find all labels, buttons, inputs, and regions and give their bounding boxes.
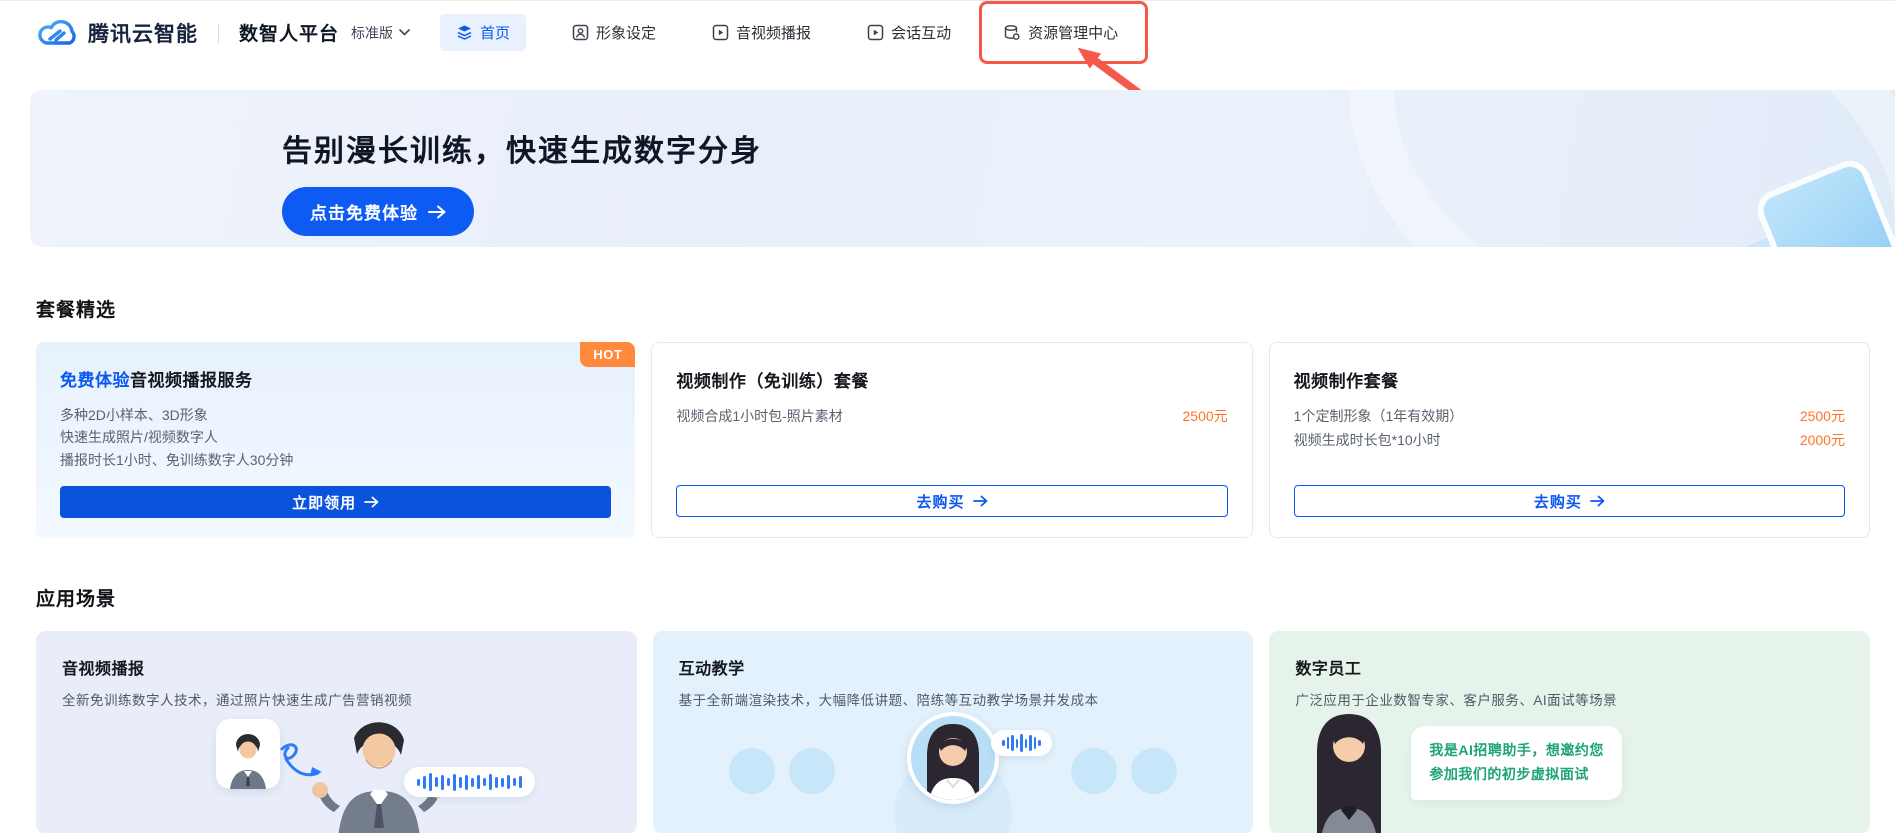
chat-bubble-line: 参加我们的初步虚拟面试 xyxy=(1429,765,1589,782)
package-card-video: 视频制作套餐 1个定制形象（1年有效期） 2500元 视频生成时长包*10小时 … xyxy=(1268,342,1870,538)
scenario-title: 互动教学 xyxy=(678,661,745,678)
decor-circle xyxy=(788,748,835,794)
package-item-text: 视频合成1小时包-照片素材 xyxy=(676,408,843,424)
package-title: 免费体验音视频播报服务 xyxy=(60,366,611,391)
cloud-logo-icon xyxy=(36,18,78,48)
package-price-row: 视频生成时长包*10小时 2000元 xyxy=(1294,429,1845,453)
edition-label: 标准版 xyxy=(351,24,394,41)
package-title: 视频制作套餐 xyxy=(1293,372,1399,391)
play-square-icon xyxy=(867,24,884,41)
home-layers-icon xyxy=(456,24,473,41)
buy-button[interactable]: 去购买 xyxy=(1293,485,1845,517)
free-trial-button[interactable]: 点击免费体验 xyxy=(282,187,474,236)
package-item-price: 2500元 xyxy=(1182,408,1228,424)
free-trial-label: 点击免费体验 xyxy=(310,204,418,223)
photo-avatar xyxy=(216,719,280,789)
menu-item-label: 形象设定 xyxy=(596,25,657,42)
package-title: 视频制作（免训练）套餐 xyxy=(676,372,869,391)
buy-button[interactable]: 去购买 xyxy=(676,485,1228,517)
menu-item-label: 首页 xyxy=(480,25,511,42)
arrow-right-icon xyxy=(972,495,988,507)
employee-illustration: 我是AI招聘助手，想邀约您 参加我们的初步虚拟面试 xyxy=(1269,694,1870,833)
arrow-right-icon xyxy=(1589,495,1605,507)
main-menu: 首页 形象设定 音视频播报 会话互动 资源管理中心 xyxy=(440,1,1149,64)
menu-item-label: 资源管理中心 xyxy=(1028,25,1119,42)
decor-circle xyxy=(1131,748,1178,794)
platform-title: 数智人平台 xyxy=(239,24,340,45)
teacher-avatar xyxy=(907,712,999,804)
hero-title: 告别漫长训练，快速生成数字分身 xyxy=(282,135,762,168)
menu-item-conversation[interactable]: 会话互动 xyxy=(857,14,961,51)
claim-now-button[interactable]: 立即领用 xyxy=(60,486,612,518)
package-item-price: 2000元 xyxy=(1799,431,1845,448)
edition-selector[interactable]: 标准版 xyxy=(351,23,410,43)
arrow-right-icon xyxy=(428,205,446,219)
package-line: 播报时长1小时、免训练数字人30分钟 xyxy=(60,451,294,468)
audio-waveform-bubble xyxy=(991,730,1052,756)
scenario-card-teaching: 互动教学 基于全新端渲染技术，大幅降低讲题、陪练等互动教学场景并发成本 xyxy=(652,631,1254,833)
package-card-video-notrain: 视频制作（免训练）套餐 视频合成1小时包-照片素材 2500元 去购买 xyxy=(651,342,1253,538)
menu-item-home[interactable]: 首页 xyxy=(440,14,527,51)
scenario-title: 音视频播报 xyxy=(62,661,145,678)
package-title-rest: 音视频播报服务 xyxy=(130,371,253,390)
packages-heading: 套餐精选 xyxy=(36,300,117,321)
decor-circle xyxy=(1071,748,1118,794)
hero-banner: 告别漫长训练，快速生成数字分身 点击免费体验 xyxy=(30,90,1895,247)
package-card-free-trial: HOT 免费体验音视频播报服务 多种2D小样本、3D形象 快速生成照片/视频数字… xyxy=(36,342,636,538)
play-square-icon xyxy=(712,24,729,41)
menu-item-label: 音视频播报 xyxy=(736,25,812,42)
scenarios-row: 音视频播报 全新免训练数字人技术，通过照片快速生成广告营销视频 互动教学 基于全… xyxy=(36,631,1871,833)
package-title-highlight: 免费体验 xyxy=(60,371,130,390)
top-nav-bar: 腾讯云智能 数智人平台 标准版 首页 形象设定 音视频播报 会话互动 资源管理中… xyxy=(0,0,1895,105)
scenario-desc: 全新免训练数字人技术，通过照片快速生成广告营销视频 xyxy=(62,693,412,708)
package-line: 多种2D小样本、3D形象 xyxy=(60,407,208,423)
portrait-icon xyxy=(572,24,589,41)
scenarios-heading: 应用场景 xyxy=(36,589,117,610)
logo-text: 腾讯云智能 xyxy=(88,22,198,46)
package-description: 多种2D小样本、3D形象 快速生成照片/视频数字人 播报时长1小时、免训练数字人… xyxy=(60,404,611,471)
packages-row: HOT 免费体验音视频播报服务 多种2D小样本、3D形象 快速生成照片/视频数字… xyxy=(36,342,1870,538)
broadcast-illustration xyxy=(186,709,535,833)
tencent-cloud-logo[interactable]: 腾讯云智能 xyxy=(36,18,198,48)
scenario-title: 数字员工 xyxy=(1295,661,1362,678)
package-price-row: 视频合成1小时包-照片素材 2500元 xyxy=(676,405,1227,429)
teaching-illustration xyxy=(653,704,1254,833)
menu-item-av-broadcast[interactable]: 音视频播报 xyxy=(702,14,821,51)
package-item-text: 视频生成时长包*10小时 xyxy=(1293,431,1441,448)
database-icon xyxy=(1003,24,1021,42)
package-item-price: 2500元 xyxy=(1799,408,1845,424)
buy-label: 去购买 xyxy=(1533,493,1582,511)
buy-label: 去购买 xyxy=(916,493,965,511)
scenario-card-employee: 数字员工 广泛应用于企业数智专家、客户服务、AI面试等场景 我是AI招聘助手，想… xyxy=(1269,631,1871,833)
audio-waveform-bubble xyxy=(404,767,535,797)
menu-item-avatar-setting[interactable]: 形象设定 xyxy=(562,14,666,51)
package-line: 快速生成照片/视频数字人 xyxy=(60,429,218,446)
chat-bubble-line: 我是AI招聘助手，想邀约您 xyxy=(1429,742,1604,758)
menu-item-label: 会话互动 xyxy=(891,25,952,42)
chevron-down-icon xyxy=(399,29,410,36)
chat-bubble: 我是AI招聘助手，想邀约您 参加我们的初步虚拟面试 xyxy=(1411,726,1622,800)
header-divider xyxy=(218,22,219,43)
recruiter-woman-illustration xyxy=(1317,714,1382,833)
package-price-row: 1个定制形象（1年有效期） 2500元 xyxy=(1294,405,1845,429)
package-item-text: 1个定制形象（1年有效期） xyxy=(1293,408,1464,424)
claim-now-label: 立即领用 xyxy=(292,494,357,512)
arrow-right-icon xyxy=(364,496,379,508)
hot-badge: HOT xyxy=(580,342,636,367)
scenario-card-broadcast: 音视频播报 全新免训练数字人技术，通过照片快速生成广告营销视频 xyxy=(36,631,637,833)
decor-circle xyxy=(728,748,775,794)
